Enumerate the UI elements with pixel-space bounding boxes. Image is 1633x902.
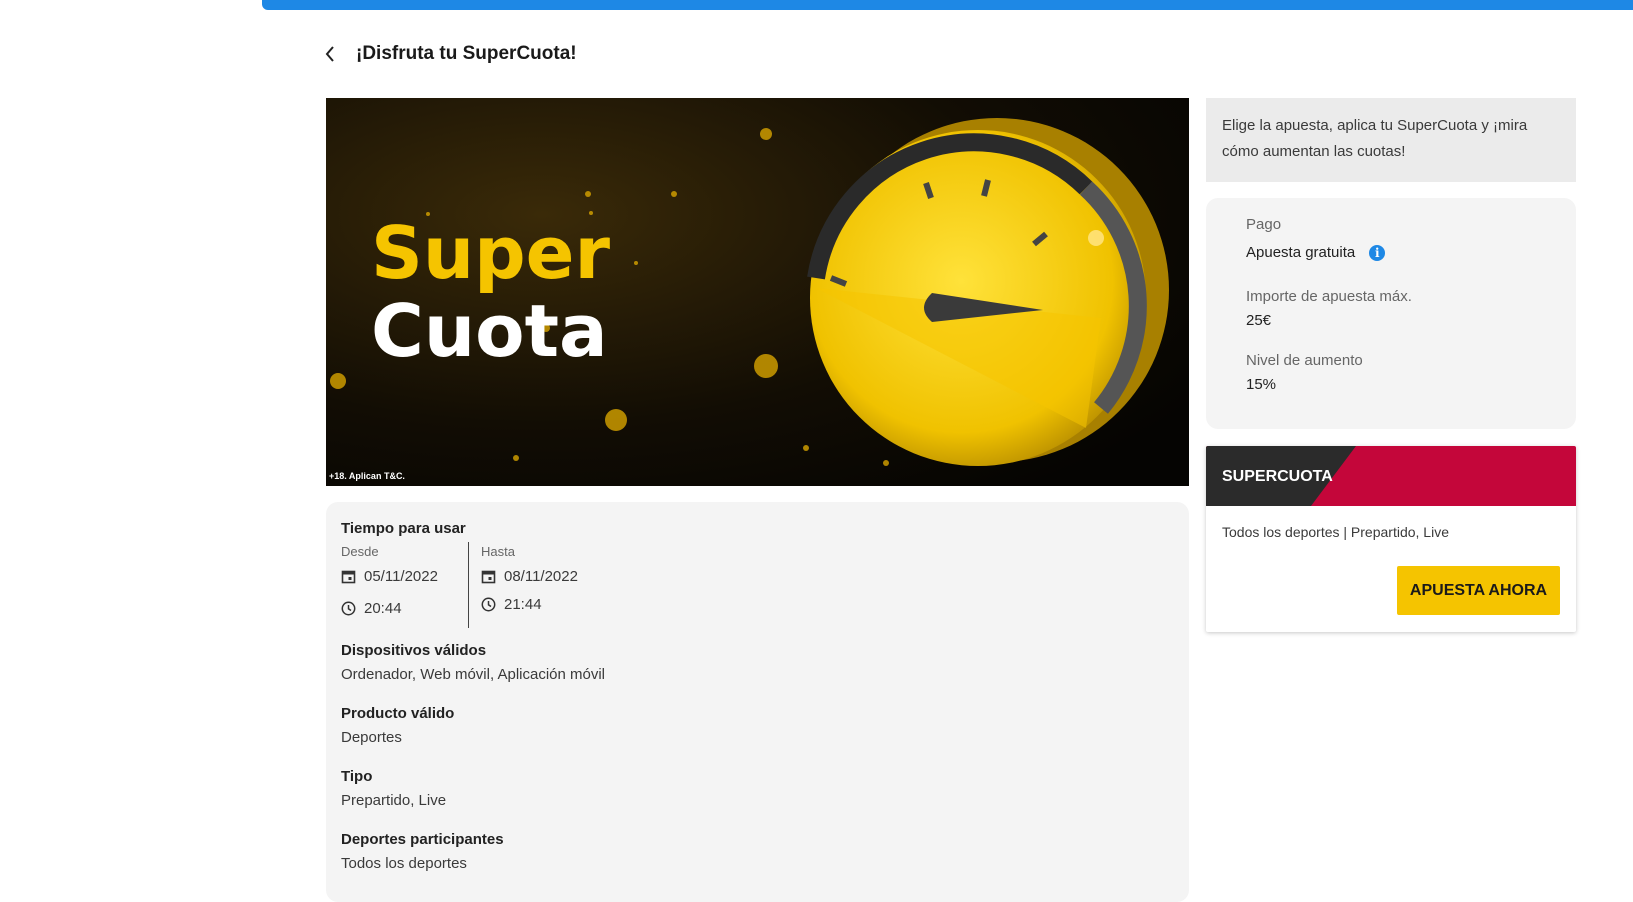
from-time-value: 20:44	[364, 600, 402, 617]
sports-title: Deportes participantes	[341, 831, 504, 848]
legal-notice: +18. Aplican T&C.	[329, 471, 405, 481]
to-label: Hasta	[481, 544, 515, 559]
devices-title: Dispositivos válidos	[341, 642, 487, 659]
from-time: 20:44	[341, 600, 402, 617]
promo-subtitle: Todos los deportes | Prepartido, Live	[1222, 524, 1449, 540]
boost-level-value: 15%	[1246, 376, 1277, 393]
bonus-info-card: Pago Apuesta gratuita i Importe de apues…	[1206, 198, 1576, 429]
from-date-value: 05/11/2022	[364, 568, 438, 585]
to-time-value: 21:44	[504, 596, 542, 613]
boost-level-label: Nivel de aumento	[1246, 352, 1363, 369]
to-time: 21:44	[481, 596, 542, 613]
promo-badge: SUPERCUOTA	[1222, 468, 1333, 485]
calendar-icon	[341, 570, 356, 584]
date-divider	[468, 542, 469, 628]
info-icon[interactable]: i	[1369, 244, 1386, 261]
supercuota-card: SUPERCUOTA Todos los deportes | Preparti…	[1206, 446, 1576, 632]
from-label: Desde	[341, 544, 379, 559]
max-stake-label: Importe de apuesta máx.	[1246, 288, 1412, 305]
clock-icon	[481, 597, 496, 612]
product-value: Deportes	[341, 729, 402, 746]
promo-description: Elige la apuesta, aplica tu SuperCuota y…	[1206, 98, 1576, 182]
back-button[interactable]	[318, 42, 342, 66]
page-title: ¡Disfruta tu SuperCuota!	[356, 43, 577, 64]
to-date-value: 08/11/2022	[504, 568, 578, 585]
promo-description-text: Elige la apuesta, aplica tu SuperCuota y…	[1222, 117, 1528, 160]
top-accent-bar	[262, 0, 1633, 10]
banner-artwork: Super Cuota	[326, 98, 1189, 486]
max-stake-value: 25€	[1246, 312, 1272, 329]
type-title: Tipo	[341, 768, 373, 785]
banner-title-super: Super	[371, 211, 610, 295]
clock-icon	[341, 601, 356, 616]
page-header: ¡Disfruta tu SuperCuota!	[318, 38, 577, 70]
from-date: 05/11/2022	[341, 568, 438, 585]
payment-value-text: Apuesta gratuita	[1246, 244, 1356, 261]
devices-value: Ordenador, Web móvil, Aplicación móvil	[341, 666, 606, 683]
calendar-icon	[481, 570, 496, 584]
promo-details-panel: Tiempo para usar Desde 05/11/2022 20:44 …	[326, 502, 1189, 902]
promo-card-header: SUPERCUOTA	[1206, 446, 1576, 506]
to-date: 08/11/2022	[481, 568, 578, 585]
type-value: Prepartido, Live	[341, 792, 447, 809]
payment-value: Apuesta gratuita i	[1246, 244, 1386, 261]
time-title: Tiempo para usar	[341, 520, 466, 537]
chevron-left-icon	[325, 46, 334, 62]
sports-value: Todos los deportes	[341, 855, 467, 872]
product-title: Producto válido	[341, 705, 455, 722]
promo-banner: Super Cuota +18. Aplican T&C.	[326, 98, 1189, 486]
payment-label: Pago	[1246, 216, 1282, 233]
banner-title-cuota: Cuota	[371, 289, 608, 373]
bet-now-button[interactable]: APUESTA AHORA	[1397, 566, 1560, 615]
